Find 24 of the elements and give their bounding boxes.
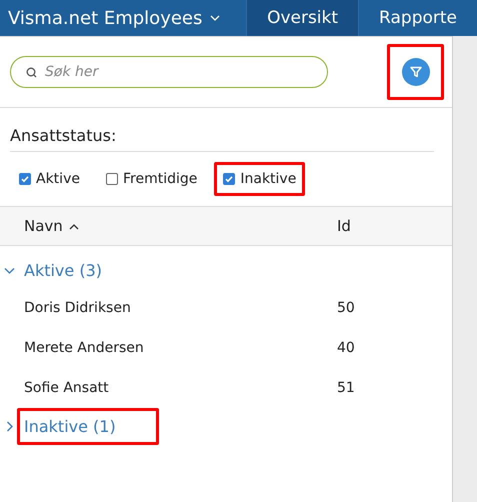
check-icon <box>224 174 234 184</box>
status-checkbox[interactable]: Fremtidige <box>96 162 206 196</box>
search-field[interactable]: Søk her <box>10 56 328 88</box>
table-cell: 50 <box>337 300 355 316</box>
table-cell: 51 <box>337 380 355 396</box>
group-header[interactable]: Inaktive (1) <box>17 408 159 444</box>
table-cell-text: Sofie Ansatt <box>24 380 110 396</box>
search-icon <box>26 67 37 78</box>
app-switcher[interactable]: Visma.net Employees <box>0 0 246 36</box>
status-checkbox[interactable]: Inaktive <box>214 162 306 196</box>
column-header[interactable]: Navn <box>24 217 337 235</box>
table-cell: 40 <box>337 340 355 356</box>
column-header[interactable]: Id <box>337 217 351 235</box>
filter-button[interactable] <box>402 58 430 86</box>
filter-label: Ansattstatus: <box>10 126 434 152</box>
status-checkbox[interactable]: Aktive <box>10 162 89 196</box>
nav-tab[interactable]: Oversikt <box>246 0 358 36</box>
chevron-down-icon <box>210 14 220 22</box>
check-icon <box>20 174 30 184</box>
sort-up-icon <box>68 222 79 230</box>
filter-icon <box>408 65 422 79</box>
table-cell-text: Merete Andersen <box>24 340 145 356</box>
table-cell-text: Doris Didriksen <box>24 300 132 316</box>
group-header[interactable]: Aktive (3) <box>17 252 113 288</box>
